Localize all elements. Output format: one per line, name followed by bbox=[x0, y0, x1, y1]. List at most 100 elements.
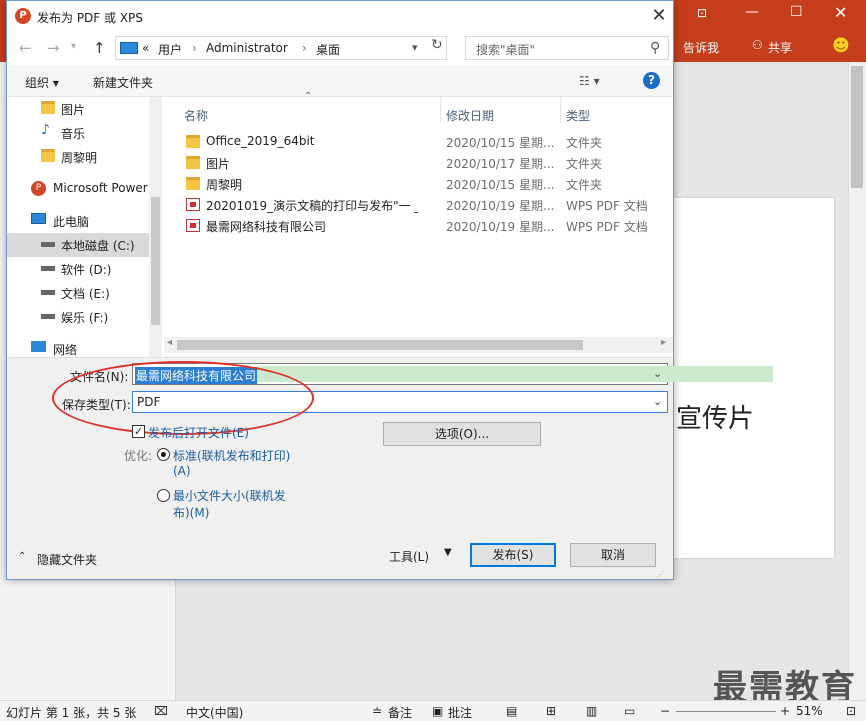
maximize-icon[interactable]: ☐ bbox=[790, 4, 803, 20]
breadcrumb-users[interactable]: 用户 bbox=[158, 41, 182, 58]
column-divider[interactable] bbox=[560, 97, 561, 123]
nav-scroll-thumb[interactable] bbox=[151, 197, 160, 325]
normal-view-icon[interactable]: ▤ bbox=[506, 704, 517, 718]
nav-item-network[interactable]: 网络 bbox=[31, 337, 162, 357]
recent-dropdown-icon[interactable]: ▾ bbox=[71, 41, 76, 52]
accessibility-icon[interactable]: ⌧ bbox=[154, 704, 168, 718]
powerpoint-icon: P bbox=[15, 8, 31, 24]
zoom-level[interactable]: 51% bbox=[796, 704, 823, 718]
nav-item-user[interactable]: 周黎明 bbox=[41, 145, 162, 169]
nav-item-drive-e[interactable]: 文档 (E:) bbox=[41, 281, 162, 305]
nav-item-powerpoint[interactable]: P Microsoft Power bbox=[31, 177, 162, 201]
smiley-icon[interactable]: ☻ bbox=[832, 36, 850, 56]
dialog-titlebar[interactable]: P 发布为 PDF 或 XPS ✕ bbox=[7, 1, 673, 31]
open-after-checkbox[interactable]: ✓ bbox=[132, 425, 145, 438]
file-name: Office_2019_64bit bbox=[206, 134, 315, 148]
reading-view-icon[interactable]: ▥ bbox=[586, 704, 597, 718]
column-header-date[interactable]: 修改日期 bbox=[446, 107, 494, 124]
optimize-standard-radio[interactable] bbox=[157, 448, 170, 461]
slide-scroll-thumb[interactable] bbox=[851, 66, 863, 188]
file-row[interactable]: 最需网络科技有限公司 2020/10/19 星期... WPS PDF 文档 bbox=[164, 215, 673, 236]
filename-dropdown-icon[interactable]: ⌄ bbox=[653, 367, 662, 380]
comments-button[interactable]: 批注 bbox=[448, 704, 472, 721]
tools-dropdown-icon[interactable]: ▼ bbox=[444, 547, 452, 558]
address-dropdown-icon[interactable]: ▾ bbox=[412, 41, 418, 54]
slide-text[interactable]: 宣传片 bbox=[676, 398, 754, 435]
nav-item-drive-d[interactable]: 软件 (D:) bbox=[41, 257, 162, 281]
fit-slide-icon[interactable]: ⊡ bbox=[846, 704, 856, 718]
file-date: 2020/10/19 星期... bbox=[446, 220, 555, 234]
nav-item-music[interactable]: ♪ 音乐 bbox=[41, 121, 162, 145]
pdf-icon bbox=[186, 198, 200, 211]
search-icon[interactable]: ⚲ bbox=[650, 40, 660, 56]
folder-icon bbox=[41, 149, 55, 162]
refresh-icon[interactable]: ↻ bbox=[431, 37, 449, 59]
nav-item-pictures[interactable]: 图片 bbox=[41, 97, 162, 121]
file-row[interactable]: Office_2019_64bit 2020/10/15 星期... 文件夹 bbox=[164, 131, 673, 152]
minimize-icon[interactable]: — bbox=[745, 4, 759, 20]
cancel-button[interactable]: 取消 bbox=[570, 543, 656, 567]
notes-button[interactable]: 备注 bbox=[388, 704, 412, 721]
scroll-right-icon[interactable]: ▸ bbox=[661, 337, 666, 348]
nav-bar: ← → ▾ ↑ « 用户 › Administrator › 桌面 ▾ 搜索"桌… bbox=[7, 31, 673, 65]
publish-button[interactable]: 发布(S) bbox=[470, 543, 556, 567]
optimize-minimum-label[interactable]: 最小文件大小(联机发 bbox=[173, 487, 286, 504]
nav-item-label: 此电脑 bbox=[53, 215, 90, 229]
column-divider[interactable] bbox=[440, 97, 441, 123]
file-row[interactable]: 20201019_演示文稿的打印与发布"一 _ 2020/10/19 星期...… bbox=[164, 194, 673, 215]
nav-item-this-pc[interactable]: 此电脑 bbox=[31, 209, 162, 233]
address-bar[interactable]: « 用户 › Administrator › 桌面 ▾ bbox=[115, 36, 447, 60]
nav-item-label: 周黎明 bbox=[61, 151, 98, 165]
view-options-icon[interactable]: ☷ ▾ bbox=[579, 74, 600, 88]
breadcrumb-administrator[interactable]: Administrator bbox=[206, 41, 288, 55]
drive-icon bbox=[41, 242, 55, 247]
breadcrumb-overflow[interactable]: « bbox=[142, 41, 149, 55]
file-list: ⌃ 名称 修改日期 类型 Office_2019_64bit 2020/10/1… bbox=[164, 91, 673, 357]
file-date: 2020/10/19 星期... bbox=[446, 199, 555, 213]
forward-icon[interactable]: → bbox=[47, 39, 60, 57]
dialog-close-icon[interactable]: ✕ bbox=[647, 5, 671, 27]
sorter-view-icon[interactable]: ⊞ bbox=[546, 704, 556, 718]
restore-ribbon-icon[interactable]: ⊡ bbox=[697, 6, 707, 20]
file-row[interactable]: 图片 2020/10/17 星期... 文件夹 bbox=[164, 152, 673, 173]
breadcrumb-desktop[interactable]: 桌面 bbox=[316, 41, 340, 58]
nav-item-label: 网络 bbox=[53, 343, 78, 357]
new-folder-button[interactable]: 新建文件夹 bbox=[93, 74, 153, 91]
help-icon[interactable]: ? bbox=[643, 72, 660, 89]
optimize-minimum-radio[interactable] bbox=[157, 489, 170, 502]
open-after-label[interactable]: 发布后打开文件(E) bbox=[148, 424, 249, 441]
language: 中文(中国) bbox=[186, 706, 244, 720]
close-icon[interactable]: ✕ bbox=[834, 3, 847, 22]
optimize-minimum-label-line2[interactable]: 布)(M) bbox=[173, 504, 209, 521]
tell-me-button[interactable]: 告诉我 bbox=[683, 39, 719, 56]
breadcrumb-sep: › bbox=[302, 41, 307, 55]
dialog-toolbar: 组织 ▾ 新建文件夹 ☷ ▾ ? bbox=[7, 65, 673, 97]
search-input[interactable]: 搜索"桌面" bbox=[476, 41, 535, 58]
search-box[interactable]: 搜索"桌面" ⚲ bbox=[465, 36, 669, 60]
share-button[interactable]: 共享 bbox=[768, 39, 792, 56]
comments-icon: ▣ bbox=[432, 704, 444, 718]
zoom-out-icon[interactable]: − bbox=[660, 704, 670, 718]
file-type: 文件夹 bbox=[566, 157, 603, 171]
up-icon[interactable]: ↑ bbox=[93, 39, 106, 57]
optimize-standard-label[interactable]: 标准(联机发布和打印) bbox=[173, 447, 290, 464]
options-button[interactable]: 选项(O)... bbox=[383, 422, 541, 446]
back-icon[interactable]: ← bbox=[19, 39, 32, 57]
hide-folders-icon[interactable]: ⌃ bbox=[18, 551, 26, 562]
scroll-left-icon[interactable]: ◂ bbox=[167, 337, 172, 348]
file-hscroll-thumb[interactable] bbox=[177, 340, 583, 350]
savetype-dropdown-icon[interactable]: ⌄ bbox=[653, 395, 662, 408]
tools-button[interactable]: 工具(L) bbox=[389, 548, 429, 565]
zoom-in-icon[interactable]: + bbox=[780, 704, 790, 718]
file-row[interactable]: 周黎明 2020/10/15 星期... 文件夹 bbox=[164, 173, 673, 194]
organize-button[interactable]: 组织 ▾ bbox=[25, 74, 59, 91]
slideshow-icon[interactable]: ▭ bbox=[624, 704, 635, 718]
optimize-standard-label-line2[interactable]: (A) bbox=[173, 464, 191, 478]
resize-grip-icon[interactable]: ⋰ bbox=[656, 570, 664, 579]
hide-folders-button[interactable]: 隐藏文件夹 bbox=[37, 551, 97, 568]
nav-item-drive-f[interactable]: 娱乐 (F:) bbox=[41, 305, 162, 329]
zoom-slider[interactable] bbox=[676, 711, 776, 712]
column-header-type[interactable]: 类型 bbox=[566, 107, 590, 124]
nav-item-drive-c[interactable]: 本地磁盘 (C:) bbox=[7, 233, 149, 257]
column-header-name[interactable]: 名称 bbox=[184, 107, 208, 124]
